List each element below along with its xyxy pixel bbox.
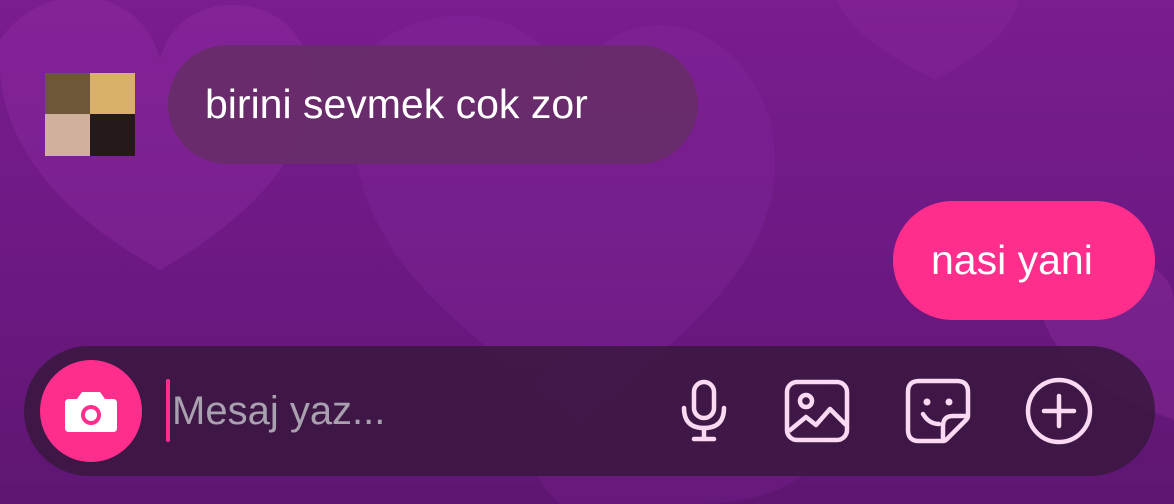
message-text: birini sevmek cok zor [205,81,588,127]
add-button[interactable] [1024,376,1094,446]
outgoing-message-bubble[interactable]: nasi yani [893,201,1155,320]
avatar[interactable] [45,73,135,156]
image-gallery-icon [784,379,850,443]
microphone-button[interactable] [669,376,739,446]
avatar-tile [45,73,90,114]
message-text: nasi yani [931,237,1093,283]
message-input[interactable] [172,376,642,446]
camera-icon [62,388,120,434]
sticker-icon [905,378,971,444]
text-cursor [166,379,170,442]
incoming-message-bubble[interactable]: birini sevmek cok zor [168,45,698,164]
camera-button[interactable] [40,360,142,462]
avatar-tile [90,73,135,114]
plus-circle-icon [1024,376,1094,446]
chat-screen: birini sevmek cok zor nasi yani [0,0,1174,504]
gallery-button[interactable] [782,376,852,446]
sticker-button[interactable] [903,376,973,446]
avatar-tile [90,114,135,156]
avatar-tile [45,114,90,156]
microphone-icon [676,379,732,443]
message-composer [24,346,1155,476]
